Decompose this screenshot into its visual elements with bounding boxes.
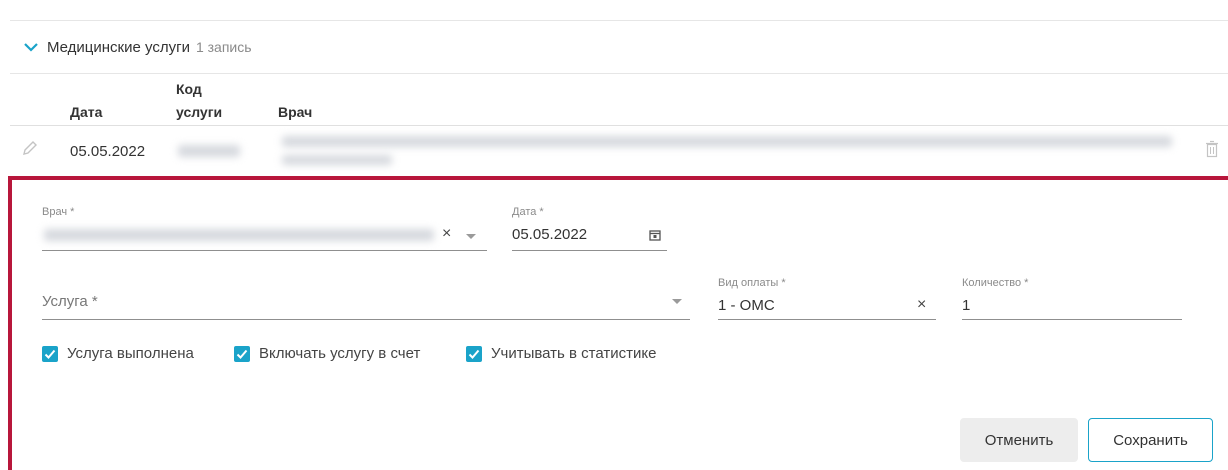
- doctor-clear-icon[interactable]: ×: [442, 225, 451, 243]
- doctor-field-underline: [42, 250, 487, 251]
- quantity-field-underline: [962, 319, 1182, 320]
- save-button[interactable]: Сохранить: [1088, 418, 1213, 462]
- service-field-underline: [42, 319, 690, 320]
- date-field-label: Дата *: [512, 206, 544, 218]
- quantity-field[interactable]: 1: [962, 297, 970, 314]
- quantity-label: Количество *: [962, 277, 1029, 289]
- service-field[interactable]: Услуга *: [42, 293, 98, 310]
- row-code-redacted: [178, 145, 240, 157]
- check-icon: [468, 349, 480, 359]
- payment-type-label: Вид оплаты *: [718, 277, 786, 289]
- chevron-down-icon[interactable]: [24, 42, 38, 52]
- row-date: 05.05.2022: [70, 143, 146, 160]
- date-field[interactable]: 05.05.2022: [512, 226, 587, 243]
- row-doctor-redacted-line2: [282, 155, 392, 165]
- section-title: Медицинские услуги: [47, 38, 190, 56]
- header-divider: [10, 125, 1228, 126]
- include-in-invoice-label[interactable]: Включать услугу в счет: [259, 345, 420, 362]
- calendar-icon[interactable]: [649, 229, 661, 241]
- payment-field-underline: [718, 319, 936, 320]
- doctor-field-value-redacted[interactable]: [44, 229, 434, 241]
- doctor-field-label: Врач *: [42, 206, 75, 218]
- services-section-header[interactable]: Медицинские услуги 1 запись: [10, 20, 1228, 74]
- count-in-statistics-label[interactable]: Учитывать в статистике: [491, 345, 656, 362]
- cancel-button[interactable]: Отменить: [960, 418, 1078, 462]
- count-in-statistics-checkbox[interactable]: [466, 346, 482, 362]
- pencil-icon[interactable]: [22, 140, 38, 156]
- payment-type-field[interactable]: 1 - ОМС: [718, 297, 775, 314]
- check-icon: [44, 349, 56, 359]
- payment-clear-icon[interactable]: ×: [917, 296, 926, 314]
- doctor-dropdown-caret-icon[interactable]: [466, 234, 476, 239]
- column-header-doctor: Врач: [278, 104, 313, 120]
- service-completed-label[interactable]: Услуга выполнена: [67, 345, 194, 362]
- column-header-code-line2: услуги: [176, 104, 223, 120]
- row-doctor-redacted: [282, 136, 1172, 147]
- service-dropdown-caret-icon[interactable]: [672, 299, 682, 304]
- include-in-invoice-checkbox[interactable]: [234, 346, 250, 362]
- date-field-underline: [512, 250, 667, 251]
- column-header-date: Дата: [70, 104, 103, 120]
- record-count: 1 запись: [195, 39, 252, 55]
- trash-icon[interactable]: [1205, 140, 1219, 158]
- column-header-code-line1: Код: [176, 81, 202, 97]
- service-completed-checkbox[interactable]: [42, 346, 58, 362]
- check-icon: [236, 349, 248, 359]
